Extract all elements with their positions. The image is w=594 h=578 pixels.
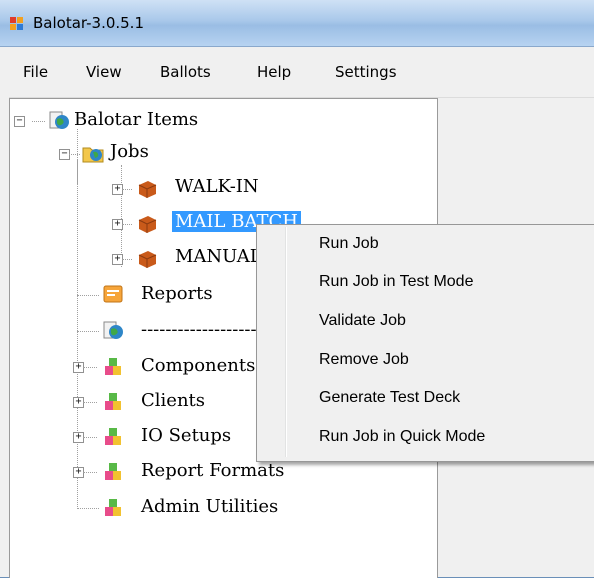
menu-item-run-job[interactable]: Run Job xyxy=(319,235,379,253)
tree-label: IO Setups xyxy=(141,425,232,446)
tree-connector xyxy=(83,367,97,368)
menu-item-remove-job[interactable]: Remove Job xyxy=(319,351,409,369)
tree-label: Balotar Items xyxy=(74,109,199,130)
title-bar[interactable]: Balotar-3.0.5.1 xyxy=(0,0,594,47)
collapse-toggle[interactable]: − xyxy=(14,115,25,127)
reports-icon xyxy=(102,283,124,305)
menu-item-validate-job[interactable]: Validate Job xyxy=(319,312,406,330)
tree-connector xyxy=(77,508,99,509)
context-menu: Run Job Run Job in Test Mode Validate Jo… xyxy=(256,224,594,462)
menu-bar: File View Ballots Help Settings xyxy=(0,47,594,98)
tree-label: Jobs xyxy=(110,141,149,162)
tree-label: Reports xyxy=(141,283,213,304)
menu-file[interactable]: File xyxy=(23,63,48,81)
components-icon xyxy=(102,355,124,377)
tree-label: MANUAL xyxy=(175,246,262,267)
admin-utilities-icon xyxy=(102,496,124,518)
menu-item-generate-test-deck[interactable]: Generate Test Deck xyxy=(319,389,460,407)
globe-icon xyxy=(102,319,124,341)
menu-ballots[interactable]: Ballots xyxy=(160,63,211,81)
tree-label: Components xyxy=(141,355,256,376)
tree-label: WALK-IN xyxy=(175,176,259,197)
tree-connector xyxy=(77,331,99,332)
tree-connector xyxy=(69,154,80,155)
tree-connector xyxy=(122,259,132,260)
io-setups-icon xyxy=(102,425,124,447)
menu-item-run-job-test-mode[interactable]: Run Job in Test Mode xyxy=(319,273,473,291)
tree-connector xyxy=(32,121,45,122)
tree-connector xyxy=(77,295,99,296)
tree-connector xyxy=(83,437,97,438)
clients-icon xyxy=(102,390,124,412)
tree-connector xyxy=(122,189,132,190)
tree-label: Clients xyxy=(141,390,206,411)
job-icon xyxy=(136,177,158,199)
menu-view[interactable]: View xyxy=(86,63,122,81)
menu-item-run-job-quick-mode[interactable]: Run Job in Quick Mode xyxy=(319,428,485,446)
menu-help[interactable]: Help xyxy=(257,63,291,81)
menu-settings[interactable]: Settings xyxy=(335,63,397,81)
context-menu-gutter xyxy=(285,227,287,457)
tree-label: Report Formats xyxy=(141,460,285,481)
tree-label: -------------------- xyxy=(141,319,263,340)
job-icon xyxy=(136,212,158,234)
window-frame-left xyxy=(0,97,9,577)
tree-connector xyxy=(122,224,132,225)
job-icon xyxy=(136,247,158,269)
tree-label: Admin Utilities xyxy=(141,496,279,517)
report-formats-icon xyxy=(102,460,124,482)
jobs-folder-icon xyxy=(82,142,104,164)
app-icon xyxy=(10,17,24,31)
tree-connector xyxy=(77,159,78,509)
tree-connector xyxy=(83,472,97,473)
window-title: Balotar-3.0.5.1 xyxy=(33,14,144,32)
globe-icon xyxy=(48,109,70,131)
app-window: Balotar-3.0.5.1 File View Ballots Help S… xyxy=(0,0,594,578)
tree-connector xyxy=(83,402,97,403)
